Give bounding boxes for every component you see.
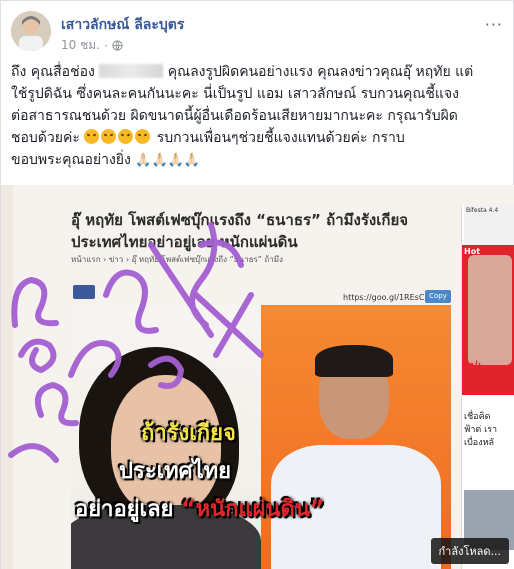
- globe-icon[interactable]: [112, 40, 123, 51]
- post-header: เสาวลักษณ์ ลีละบุตร 10 ชม. · ···: [11, 11, 505, 55]
- post-text-segment: คุณลงรูปผิดคนอย่างแรง คุณลงข่าวคุณอุ๊ หฤ…: [167, 64, 474, 80]
- post-line: ใช้รูปดิฉัน ซึ่งคนละคนกันนะคะ นี่เป็นรูป…: [11, 86, 459, 102]
- caption-line-1: ถ้ารังเกียจ: [141, 421, 236, 446]
- angry-face-icon: [135, 129, 151, 144]
- angry-face-icon: [101, 129, 117, 144]
- pray-hands-icon: 🙏🏻🙏🏻🙏🏻🙏🏻: [135, 153, 201, 168]
- article-hero-image: [71, 305, 451, 569]
- post-line: ขอบพระคุณอย่างยิ่ง 🙏🏻🙏🏻🙏🏻🙏🏻: [11, 149, 505, 172]
- post-line: ชอบด้วยค่ะ รบกวนเพื่อนๆช่วยชี้แจงแทนด้วย…: [11, 127, 505, 149]
- avatar-image: [11, 11, 51, 51]
- article-headline: อุ๊ หฤทัย โพสต์เฟซบุ๊กแรงถึง “ธนาธร” ถ้า…: [71, 209, 408, 253]
- article-breadcrumb: หน้าแรก › ข่าว › อุ๊ หฤทัย โพสต์เฟซบุ๊กแ…: [71, 255, 283, 264]
- angry-face-icon: [84, 129, 100, 144]
- caption-line-2: ประเทศไทย: [119, 459, 232, 484]
- loading-indicator: กำลังโหลด...: [430, 538, 509, 564]
- post-meta: 10 ชม. ·: [61, 36, 123, 55]
- copy-button: Copy: [425, 290, 451, 303]
- caption-line-3-b: “หนักแผ่นดิน”: [181, 497, 325, 522]
- more-options-icon[interactable]: ···: [485, 15, 503, 34]
- facebook-share-icon: [73, 285, 95, 299]
- post-text-segment: ขอบพระคุณอย่างยิ่ง: [11, 152, 131, 168]
- headline-line-1: อุ๊ หฤทัย โพสต์เฟซบุ๊กแรงถึง “ธนาธร” ถ้า…: [71, 211, 409, 229]
- headline-line-2: ประเทศไทยอย่าอยู่เลย หนักแผ่นดิน: [71, 233, 298, 251]
- meta-separator: ·: [103, 38, 108, 53]
- author-avatar[interactable]: [11, 11, 51, 51]
- post-text-segment: ถึง คุณสื่อช่อง: [11, 64, 95, 80]
- post-text-segment: ชอบด้วยค่ะ: [11, 130, 80, 146]
- sidebar-ad-image: [468, 255, 512, 365]
- sidebar-ad-title: Bifesta 4.4: [464, 205, 514, 245]
- post-text-segment: รบกวนเพื่อนๆช่วยชี้แจงแทนด้วยค่ะ กราบ: [156, 130, 405, 146]
- angry-face-icon: [118, 129, 134, 144]
- sidebar-text-line: เชื่อคิด: [464, 412, 491, 422]
- post-time[interactable]: 10 ชม.: [61, 36, 100, 55]
- sidebar-text: ไม่เ เชื่อคิด ฟ้าต่ เรา เบื่องหลั: [464, 360, 514, 450]
- post-photo[interactable]: อุ๊ หฤทัย โพสต์เฟซบุ๊กแรงถึง “ธนาธร” ถ้า…: [1, 185, 514, 569]
- short-url: https://goo.gl/1REsCm: [343, 293, 433, 302]
- redacted-channel-name: [99, 64, 164, 78]
- caption-line-3: อย่าอยู่เลย “หนักแผ่นดิน”: [75, 491, 324, 526]
- sidebar-hot-label: Hot: [464, 247, 481, 256]
- post-line: ถึง คุณสื่อช่อง คุณลงรูปผิดคนอย่างแรง คุ…: [11, 61, 505, 83]
- webpage-sidebar: Bifesta 4.4 Hot ไม่เ เชื่อคิด ฟ้าต่ เรา …: [461, 205, 514, 569]
- post-line: ต่อสาธารณชนด้วย ผิดขนาดนี้ผู้อื่นเดือดร้…: [11, 108, 458, 124]
- post-card: เสาวลักษณ์ ลีละบุตร 10 ชม. · ··· ถึง คุณ…: [0, 0, 514, 569]
- man-hair: [315, 345, 393, 377]
- sidebar-text-line: ฟ้าต่ เรา: [464, 425, 498, 435]
- post-message: ถึง คุณสื่อช่อง คุณลงรูปผิดคนอย่างแรง คุ…: [11, 61, 505, 172]
- caption-line-3-a: อย่าอยู่เลย: [75, 497, 174, 522]
- sidebar-text-line: เบื่องหลั: [464, 438, 495, 448]
- author-name[interactable]: เสาวลักษณ์ ลีละบุตร: [61, 14, 184, 36]
- sidebar-text-line: ไม่เ: [464, 359, 483, 373]
